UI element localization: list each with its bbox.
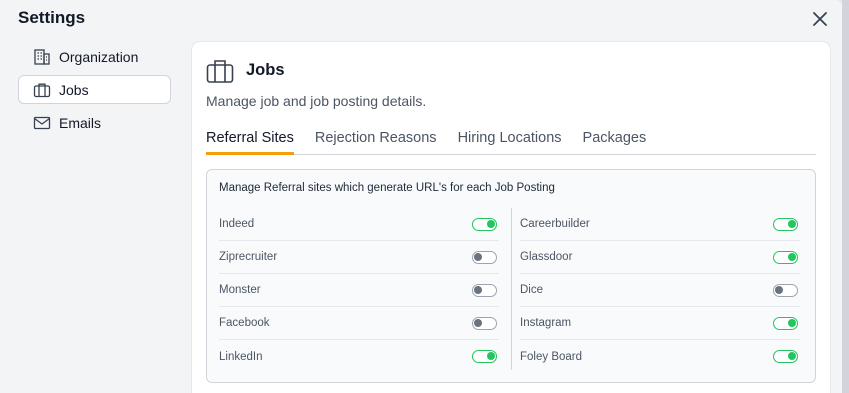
sidebar-item-organization[interactable]: Organization: [18, 42, 171, 71]
list-item: Dice: [520, 274, 800, 307]
sidebar-item-emails[interactable]: Emails: [18, 108, 171, 137]
site-label: Indeed: [219, 218, 255, 230]
site-label: LinkedIn: [219, 350, 263, 363]
toggle-switch[interactable]: [472, 217, 497, 231]
backdrop: [842, 0, 849, 393]
list-item: Facebook: [219, 307, 499, 340]
tab-rejection-reasons[interactable]: Rejection Reasons: [315, 129, 437, 155]
site-label: Ziprecruiter: [219, 251, 278, 263]
list-item: Foley Board: [520, 340, 800, 373]
settings-modal: Settings Organization Jobs Emails Jobs M…: [0, 0, 842, 393]
toggle-switch[interactable]: [472, 316, 497, 330]
site-label: Facebook: [219, 317, 270, 329]
sidebar-item-label: Organization: [59, 48, 139, 65]
toggle-switch[interactable]: [773, 250, 798, 264]
tab-bar: Referral Sites Rejection Reasons Hiring …: [206, 129, 816, 155]
column-divider: [511, 208, 512, 370]
site-label: Foley Board: [520, 350, 583, 363]
mail-icon: [33, 114, 51, 132]
referral-sites-right-column: Careerbuilder Glassdoor Dice Instagram F…: [520, 208, 800, 373]
card-description: Manage Referral sites which generate URL…: [219, 182, 555, 194]
briefcase-icon: [33, 81, 51, 99]
tab-packages[interactable]: Packages: [583, 129, 647, 155]
close-icon[interactable]: [810, 9, 830, 29]
toggle-switch[interactable]: [472, 250, 497, 264]
toggle-switch[interactable]: [773, 283, 798, 297]
toggle-switch[interactable]: [472, 350, 497, 363]
building-icon: [33, 48, 51, 66]
referral-sites-left-column: Indeed Ziprecruiter Monster Facebook Lin…: [219, 208, 499, 373]
page-subtitle: Manage job and job posting details.: [206, 93, 427, 109]
toggle-switch[interactable]: [773, 316, 798, 330]
site-label: Careerbuilder: [520, 218, 590, 230]
list-item: Instagram: [520, 307, 800, 340]
page-title: Jobs: [246, 61, 285, 79]
site-label: Instagram: [520, 317, 572, 329]
sidebar-item-label: Jobs: [59, 81, 89, 98]
list-item: Indeed: [219, 208, 499, 241]
sidebar-item-jobs[interactable]: Jobs: [18, 75, 171, 104]
list-item: Glassdoor: [520, 241, 800, 274]
site-label: Monster: [219, 284, 261, 296]
briefcase-icon: [206, 58, 234, 84]
site-label: Dice: [520, 284, 544, 296]
sidebar-item-label: Emails: [59, 114, 102, 131]
toggle-switch[interactable]: [773, 217, 798, 231]
modal-title: Settings: [18, 8, 86, 27]
sidebar: Organization Jobs Emails: [18, 42, 171, 141]
jobs-panel: Jobs Manage job and job posting details.…: [192, 42, 830, 393]
toggle-switch[interactable]: [773, 350, 798, 363]
site-label: Glassdoor: [520, 251, 573, 263]
list-item: Careerbuilder: [520, 208, 800, 241]
list-item: Monster: [219, 274, 499, 307]
referral-sites-card: Manage Referral sites which generate URL…: [206, 169, 816, 383]
list-item: Ziprecruiter: [219, 241, 499, 274]
toggle-switch[interactable]: [472, 283, 497, 297]
list-item: LinkedIn: [219, 340, 499, 373]
tab-referral-sites[interactable]: Referral Sites: [206, 129, 294, 155]
tab-hiring-locations[interactable]: Hiring Locations: [458, 129, 562, 155]
